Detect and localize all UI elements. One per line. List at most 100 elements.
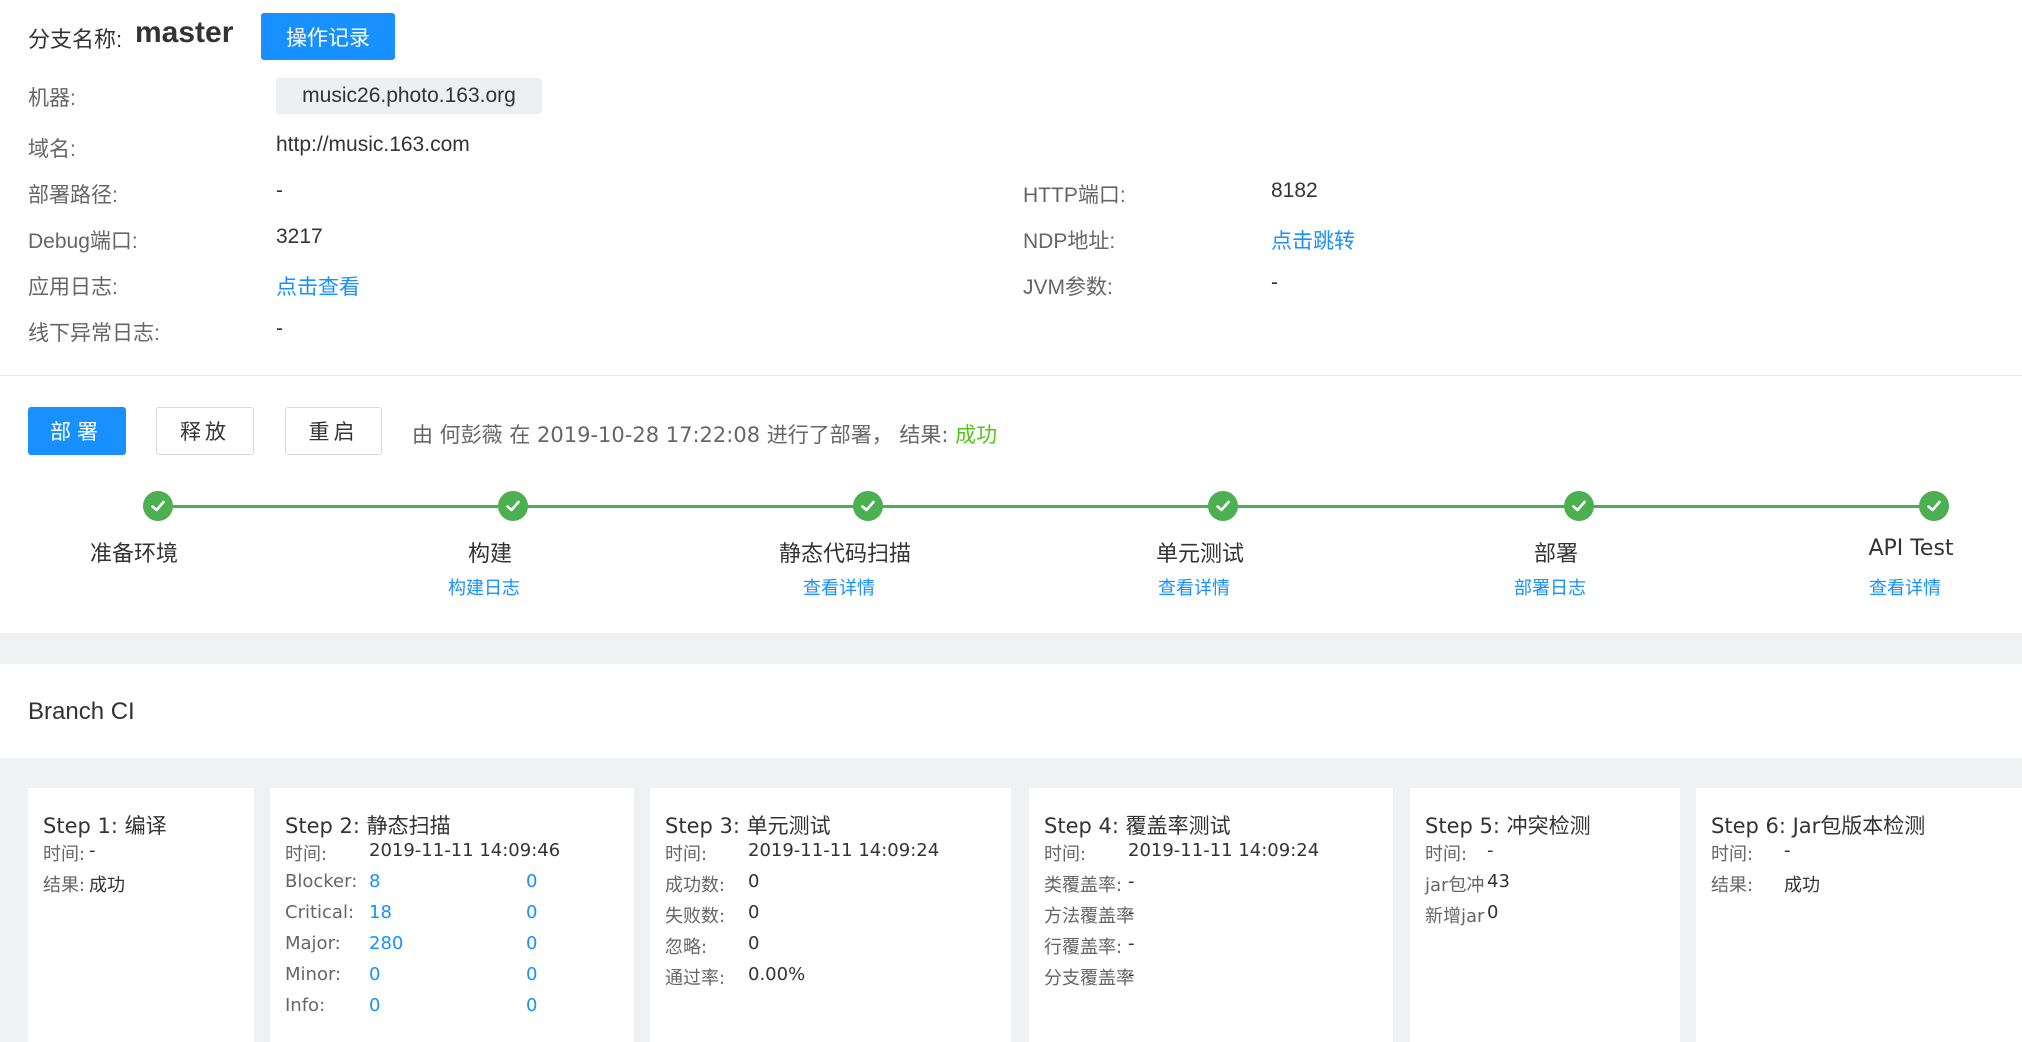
pipeline-connector [1579, 505, 1934, 508]
ci-step-6-title: Step 6: Jar包版本检测 [1711, 814, 1926, 838]
ignore-value: 0 [748, 933, 760, 954]
critical-count[interactable]: 18 [369, 902, 392, 923]
http-port-value: 8182 [1271, 179, 1318, 202]
method-coverage-label: 方法覆盖率 [1044, 906, 1134, 927]
pipeline-connector [868, 505, 1223, 508]
time-label: 时间: [1044, 844, 1087, 865]
pass-rate-label: 通过率: [665, 968, 726, 989]
line-coverage-value: - [1128, 933, 1135, 954]
restart-button[interactable]: 重启 [285, 407, 382, 455]
pipeline-step-title: API Test [1868, 536, 1954, 561]
new-jar-label: 新增jar [1425, 906, 1485, 927]
pipeline-step-link[interactable]: 查看详情 [803, 574, 875, 600]
pipeline-step-title: 静态代码扫描 [778, 542, 912, 567]
branch-label: 分支名称: [28, 27, 123, 52]
deploy-status-result: 成功 [955, 423, 998, 447]
check-circle-icon [1919, 491, 1949, 521]
ci-step-2-card: Step 2: 静态扫描 时间: 2019-11-11 14:09:46 Bloc… [270, 788, 634, 1042]
info-new[interactable]: 0 [526, 995, 537, 1016]
pipeline-step-title: 部署 [1533, 542, 1579, 567]
deploy-status-text: 由 何彭薇 在 2019-10-28 17:22:08 进行了部署， 结果: [412, 423, 949, 447]
branch-coverage-value: - [1128, 964, 1135, 985]
class-coverage-value: - [1128, 871, 1135, 892]
time-value: - [1784, 840, 1791, 861]
pipeline-step-link[interactable]: 查看详情 [1869, 574, 1941, 600]
ci-step-6-card: Step 6: Jar包版本检测 时间: - 结果: 成功 [1696, 788, 2022, 1042]
time-label: 时间: [285, 844, 328, 865]
pipeline-connector [158, 505, 513, 508]
history-button[interactable]: 操作记录 [261, 13, 395, 60]
blocker-label: Blocker: [285, 871, 358, 892]
class-coverage-label: 类覆盖率: [1044, 875, 1123, 896]
time-label: 时间: [1425, 844, 1468, 865]
ci-step-2-title: Step 2: 静态扫描 [285, 814, 451, 838]
fail-label: 失败数: [665, 906, 726, 927]
pipeline-step-title: 准备环境 [89, 542, 179, 567]
major-count[interactable]: 280 [369, 933, 403, 954]
machine-label: 机器: [28, 87, 76, 110]
jvm-value: - [1271, 271, 1278, 294]
pipeline-step-link[interactable]: 部署日志 [1514, 574, 1586, 600]
pipeline-step-link[interactable]: 查看详情 [1158, 574, 1230, 600]
machine-value: music26.photo.163.org [276, 78, 542, 114]
app-log-label: 应用日志: [28, 276, 118, 299]
major-new[interactable]: 0 [526, 933, 537, 954]
ci-step-1-card: Step 1: 编译 时间: - 结果: 成功 [28, 788, 254, 1042]
success-label: 成功数: [665, 875, 726, 896]
critical-label: Critical: [285, 902, 355, 923]
time-label: 时间: [1711, 844, 1754, 865]
check-circle-icon [1208, 491, 1238, 521]
time-label: 时间: [43, 844, 86, 865]
time-value: 2019-11-11 14:09:24 [1128, 840, 1320, 861]
time-value: 2019-11-11 14:09:24 [748, 840, 940, 861]
jar-conflict-value: 43 [1487, 871, 1510, 892]
pipeline-step-title: 构建 [467, 542, 513, 567]
method-coverage-value: - [1128, 902, 1135, 923]
pipeline-step-title: 单元测试 [1155, 542, 1245, 567]
ci-step-3-title: Step 3: 单元测试 [665, 814, 831, 838]
domain-label: 域名: [28, 138, 76, 161]
ci-step-3-card: Step 3: 单元测试 时间: 2019-11-11 14:09:24 成功数:… [650, 788, 1011, 1042]
ci-step-4-card: Step 4: 覆盖率测试 时间: 2019-11-11 14:09:24 类覆盖… [1029, 788, 1393, 1042]
result-label: 结果: [43, 875, 86, 896]
branch-coverage-label: 分支覆盖率 [1044, 968, 1134, 989]
time-value: - [1487, 840, 1494, 861]
major-label: Major: [285, 933, 341, 954]
debug-port-value: 3217 [276, 225, 323, 248]
jar-conflict-label: jar包冲 [1425, 875, 1485, 896]
critical-new[interactable]: 0 [526, 902, 537, 923]
ndp-label: NDP地址: [1023, 230, 1116, 253]
pipeline-connector [1223, 505, 1579, 508]
pipeline-step-link[interactable]: 构建日志 [448, 574, 520, 600]
result-value: 成功 [1784, 875, 1820, 896]
deploy-button[interactable]: 部署 [28, 407, 126, 455]
info-label: Info: [285, 995, 326, 1016]
check-circle-icon [1564, 491, 1594, 521]
offline-log-label: 线下异常日志: [28, 322, 160, 345]
blocker-new[interactable]: 0 [526, 871, 537, 892]
minor-label: Minor: [285, 964, 342, 985]
minor-new[interactable]: 0 [526, 964, 537, 985]
time-value: 2019-11-11 14:09:46 [369, 840, 561, 861]
divider [0, 375, 2022, 376]
check-circle-icon [853, 491, 883, 521]
deploy-path-value: - [276, 179, 283, 202]
info-count[interactable]: 0 [369, 995, 380, 1016]
ci-step-1-title: Step 1: 编译 [43, 814, 167, 838]
offline-log-value: - [276, 317, 283, 340]
ndp-link[interactable]: 点击跳转 [1271, 225, 1355, 255]
new-jar-value: 0 [1487, 902, 1499, 923]
release-button[interactable]: 释放 [156, 407, 254, 455]
ci-title: Branch CI [28, 698, 135, 725]
domain-value: http://music.163.com [276, 133, 470, 156]
fail-value: 0 [748, 902, 760, 923]
branch-name: master [135, 16, 234, 49]
app-log-link[interactable]: 点击查看 [276, 271, 360, 301]
success-value: 0 [748, 871, 760, 892]
check-circle-icon [143, 491, 173, 521]
time-value: - [89, 840, 96, 861]
minor-count[interactable]: 0 [369, 964, 380, 985]
http-port-label: HTTP端口: [1023, 184, 1126, 207]
pipeline-connector [513, 505, 868, 508]
blocker-count[interactable]: 8 [369, 871, 380, 892]
